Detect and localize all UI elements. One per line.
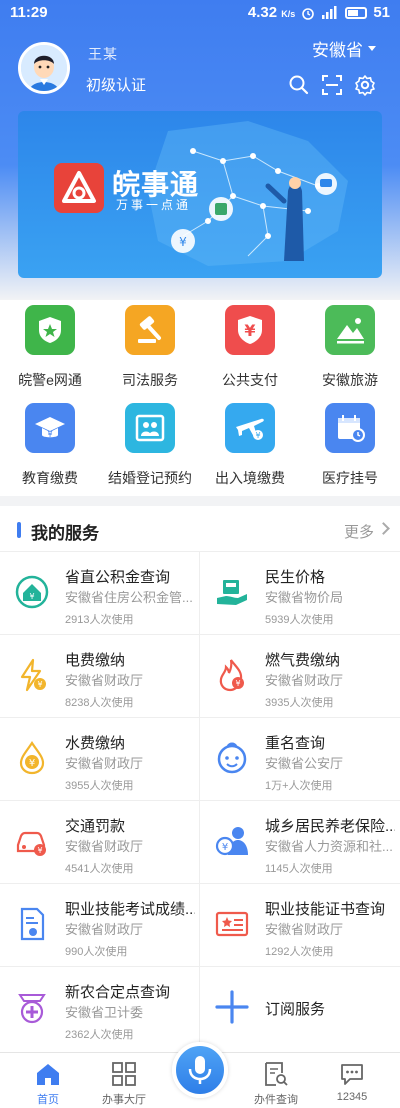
quick-services-grid: 皖警e网通 司法服务 ¥ 公共支付 安徽旅游 ¥ 教育缴费 结婚登记预约 ¥ 出… xyxy=(0,300,400,496)
nav-case-query[interactable]: 办件查询 xyxy=(236,1053,316,1108)
status-bar: 11:29 4.32 K/s 51 xyxy=(0,0,400,26)
service-housing-fund[interactable]: ¥ 省直公积金查询 安徽省住房公积金管... 2913人次使用 xyxy=(0,552,200,635)
nav-hotline[interactable]: 12345 xyxy=(312,1053,392,1108)
alarm-icon xyxy=(302,7,315,20)
service-gas[interactable]: ¥ 燃气费缴纳 安徽省财政厅 3935人次使用 xyxy=(200,635,400,718)
couple-icon xyxy=(125,403,175,453)
service-exam-score[interactable]: 职业技能考试成绩... 安徽省财政厅 990人次使用 xyxy=(0,884,200,967)
water-drop-icon: ¥ xyxy=(19,741,45,775)
service-water[interactable]: ¥ 水费缴纳 安徽省财政厅 3955人次使用 xyxy=(0,718,200,801)
signal-icon xyxy=(322,5,337,19)
service-rural-medical[interactable]: 新农合定点查询 安徽省卫计委 2362人次使用 xyxy=(0,967,200,1050)
avatar[interactable] xyxy=(18,42,70,94)
battery-level: 51 xyxy=(373,4,390,21)
electric-bolt-icon: ¥ xyxy=(20,658,46,692)
scan-icon[interactable] xyxy=(321,74,343,96)
svg-text:¥: ¥ xyxy=(255,431,260,440)
service-name-check[interactable]: 重名查询 安徽省公安厅 1万+人次使用 xyxy=(200,718,400,801)
microphone-icon xyxy=(188,1056,212,1084)
plus-icon xyxy=(215,990,249,1024)
service-price[interactable]: 民生价格 安徽省物价局 5939人次使用 xyxy=(200,552,400,635)
service-electricity[interactable]: ¥ 电费缴纳 安徽省财政厅 8238人次使用 xyxy=(0,635,200,718)
app-logo xyxy=(54,163,104,213)
svg-text:¥: ¥ xyxy=(244,321,255,340)
promo-banner[interactable]: ¥ 皖事通 万事一点通 xyxy=(18,111,382,278)
svg-text:¥: ¥ xyxy=(29,758,35,769)
quick-service-hospital[interactable]: 医疗挂号 xyxy=(300,398,400,496)
svg-text:¥: ¥ xyxy=(235,679,240,688)
battery-icon xyxy=(345,6,368,19)
quick-service-marriage[interactable]: 结婚登记预约 xyxy=(100,398,200,496)
service-certificate[interactable]: 职业技能证书查询 安徽省财政厅 1292人次使用 xyxy=(200,884,400,967)
calendar-clock-icon xyxy=(325,403,375,453)
network-speed: 4.32 K/s xyxy=(247,4,296,21)
svg-text:¥: ¥ xyxy=(222,842,228,853)
svg-text:¥: ¥ xyxy=(37,680,42,689)
svg-text:¥: ¥ xyxy=(29,592,34,601)
section-title: 我的服务 xyxy=(31,524,99,543)
elder-yuan-icon: ¥ xyxy=(215,827,248,856)
nav-home[interactable]: 首页 xyxy=(8,1053,88,1108)
quick-service-police[interactable]: 皖警e网通 xyxy=(0,300,100,398)
chat-bubble-icon xyxy=(341,1064,363,1085)
landscape-icon xyxy=(325,305,375,355)
my-services-header: 我的服务 更多 xyxy=(0,506,400,552)
username: 王某 xyxy=(88,46,118,62)
graduation-cap-icon: ¥ xyxy=(25,403,75,453)
service-traffic-fine[interactable]: ¥ 交通罚款 安徽省财政厅 4541人次使用 xyxy=(0,801,200,884)
gavel-icon xyxy=(125,305,175,355)
nav-service-hall[interactable]: 办事大厅 xyxy=(84,1053,164,1108)
section-accent-bar xyxy=(17,522,21,538)
price-hand-icon xyxy=(217,580,247,605)
region-label: 安徽省 xyxy=(312,41,363,60)
region-selector[interactable]: 安徽省 xyxy=(312,36,376,61)
quick-service-education[interactable]: ¥ 教育缴费 xyxy=(0,398,100,496)
car-fine-icon: ¥ xyxy=(16,831,46,856)
grid-hall-icon xyxy=(112,1062,136,1086)
house-fund-icon: ¥ xyxy=(15,575,49,609)
voice-assistant-button[interactable] xyxy=(172,1042,228,1098)
my-services-section: 我的服务 更多 ¥ 省直公积金查询 安徽省住房公积金管... 2913人次使用 … xyxy=(0,506,400,1052)
certification-level[interactable]: 初级认证 xyxy=(86,74,146,95)
home-icon xyxy=(37,1064,59,1085)
svg-text:¥: ¥ xyxy=(47,430,52,439)
airplane-icon: ¥ xyxy=(225,403,275,453)
svg-text:¥: ¥ xyxy=(179,235,187,249)
status-indicators: 4.32 K/s 51 xyxy=(248,4,390,21)
quick-service-justice[interactable]: 司法服务 xyxy=(100,300,200,398)
quick-service-payment[interactable]: ¥ 公共支付 xyxy=(200,300,300,398)
certificate-icon xyxy=(215,911,249,937)
baby-face-icon xyxy=(217,742,247,774)
search-icon[interactable] xyxy=(288,74,310,96)
service-pension[interactable]: ¥ 城乡居民养老保险... 安徽省人力资源和社... 1145人次使用 xyxy=(200,801,400,884)
gas-flame-icon: ¥ xyxy=(219,659,244,692)
status-time: 11:29 xyxy=(10,4,48,21)
more-link[interactable]: 更多 xyxy=(344,521,374,542)
chevron-right-icon[interactable] xyxy=(377,522,390,535)
police-shield-icon xyxy=(25,305,75,355)
document-score-icon xyxy=(20,907,45,941)
banner-slogan: 万事一点通 xyxy=(116,198,192,212)
subscribe-service-button[interactable]: 订阅服务 xyxy=(200,967,400,1050)
settings-gear-icon[interactable] xyxy=(354,74,376,96)
chevron-down-icon xyxy=(368,46,376,51)
search-doc-icon xyxy=(265,1062,288,1086)
quick-service-exit-entry[interactable]: ¥ 出入境缴费 xyxy=(200,398,300,496)
medical-pin-icon xyxy=(18,994,46,1024)
svg-text:¥: ¥ xyxy=(37,846,42,855)
yuan-shield-icon: ¥ xyxy=(225,305,275,355)
quick-service-tourism[interactable]: 安徽旅游 xyxy=(300,300,400,398)
